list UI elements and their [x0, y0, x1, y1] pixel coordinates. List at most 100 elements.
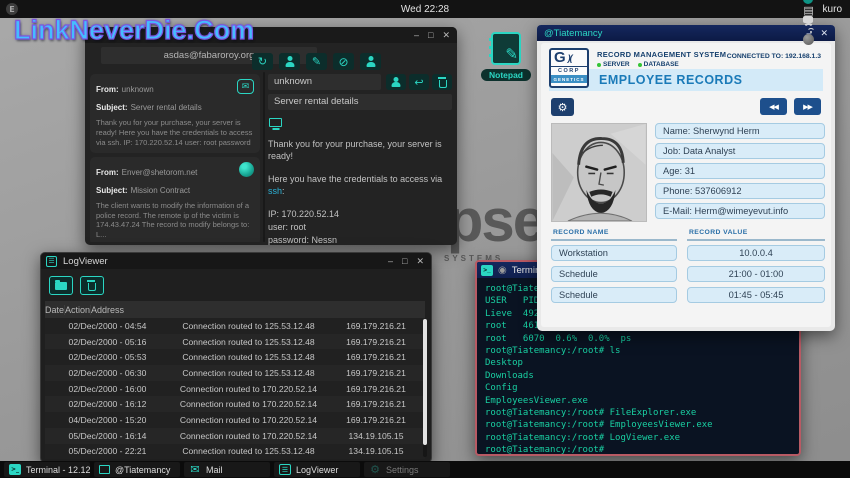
- log-date: 04/Dec/2000 - 15:20: [45, 415, 170, 425]
- records-card: G)( CORP GENETICS RECORD MANAGEMENT SYST…: [541, 43, 831, 327]
- taskbar-item[interactable]: Terminal - 12.12.1...: [4, 462, 90, 477]
- log-action: Connection routed to 170.220.52.14: [170, 399, 327, 409]
- log-address: 134.19.105.15: [327, 446, 425, 456]
- subject-label: Subject:: [96, 103, 128, 112]
- maximize-button[interactable]: □: [428, 30, 433, 41]
- notepad-icon: [491, 32, 521, 65]
- employee-field[interactable]: Name: Sherwynd Herm: [655, 123, 825, 139]
- log-action: Connection routed to 125.53.12.48: [170, 446, 327, 456]
- record-row: Workstation 10.0.0.4: [551, 245, 825, 261]
- log-action: Connection routed to 125.53.12.48: [170, 352, 327, 362]
- mail-body-line: Thank you for your purchase, your server…: [268, 138, 452, 162]
- toolbar-icon: [85, 279, 99, 292]
- scrollbar[interactable]: [423, 319, 427, 457]
- taskbar-item[interactable]: LogViewer: [274, 462, 360, 477]
- log-address: 169.179.216.21: [327, 415, 425, 425]
- mail-body-line: Here you have the credentials to access …: [268, 173, 452, 197]
- log-action: Connection routed to 170.220.52.14: [170, 384, 327, 394]
- log-row[interactable]: 02/Dec/2000 - 06:30 Connection routed to…: [45, 365, 425, 381]
- log-column-header[interactable]: Action: [65, 305, 91, 315]
- next-record-button[interactable]: ▶▶: [794, 98, 821, 115]
- taskbar-item-label: @Tiatemancy: [115, 465, 170, 475]
- eclipse-os-logo-icon[interactable]: E: [6, 3, 18, 15]
- add-contact-icon[interactable]: [360, 53, 381, 70]
- log-rows: 02/Dec/2000 - 04:54 Connection routed to…: [45, 318, 425, 459]
- taskbar-item-label: Terminal - 12.12.1...: [26, 465, 90, 475]
- remote-machine-icon[interactable]: [269, 118, 282, 127]
- terminal-icon: [9, 464, 21, 475]
- record-value-cell[interactable]: 21:00 - 01:00: [687, 266, 825, 282]
- status-label: SERVER: [603, 61, 630, 68]
- log-row[interactable]: 05/Dec/2000 - 22:21 Connection routed to…: [45, 444, 425, 460]
- close-button[interactable]: ✕: [442, 30, 450, 41]
- maximize-button[interactable]: □: [402, 256, 407, 267]
- log-column-header[interactable]: Address: [91, 305, 124, 315]
- log-row[interactable]: 04/Dec/2000 - 15:20 Connection routed to…: [45, 412, 425, 428]
- previous-record-button[interactable]: ◀◀: [760, 98, 787, 115]
- reply-icon[interactable]: [409, 74, 429, 90]
- employee-field[interactable]: Age: 31: [655, 163, 825, 179]
- mail-body: Thank you for your purchase, your server…: [268, 116, 452, 245]
- mail-toolbar: [252, 53, 381, 70]
- minimize-button[interactable]: –: [388, 256, 393, 267]
- log-column-header[interactable]: Date: [45, 305, 65, 315]
- terminal-line: EmployeesViewer.exe: [485, 395, 799, 407]
- record-name-cell[interactable]: Schedule: [551, 266, 677, 282]
- logviewer-titlebar[interactable]: ☰ LogViewer – □ ✕: [41, 253, 431, 269]
- log-row[interactable]: 02/Dec/2000 - 16:12 Connection routed to…: [45, 396, 425, 412]
- records-window-title: @Tiatemancy: [537, 28, 602, 39]
- logo-corp: CORP: [551, 66, 587, 74]
- taskbar-item[interactable]: Mail: [184, 462, 270, 477]
- record-value-cell[interactable]: 01:45 - 05:45: [687, 287, 825, 303]
- log-row[interactable]: 02/Dec/2000 - 05:16 Connection routed to…: [45, 334, 425, 350]
- employee-field[interactable]: Job: Data Analyst: [655, 143, 825, 159]
- status-indicator: DATABASE: [638, 61, 679, 68]
- clear-log-icon[interactable]: [80, 276, 104, 295]
- block-icon[interactable]: [333, 53, 354, 70]
- log-table-header: DateActionAddress: [45, 301, 425, 318]
- log-row[interactable]: 02/Dec/2000 - 16:00 Connection routed to…: [45, 381, 425, 397]
- record-value-cell[interactable]: 10.0.0.4: [687, 245, 825, 261]
- clipboard-icon[interactable]: [803, 4, 815, 16]
- settings-gear-button[interactable]: ⚙: [551, 98, 574, 116]
- employee-field[interactable]: E-Mail: Herm@wimeyevut.info: [655, 203, 825, 219]
- record-row: Schedule 01:45 - 05:45: [551, 287, 825, 303]
- refresh-mail-icon[interactable]: [252, 53, 273, 70]
- compose-icon[interactable]: [306, 53, 327, 70]
- log-action: Connection routed to 125.53.12.48: [170, 337, 327, 347]
- ssh-link[interactable]: ssh: [268, 186, 282, 196]
- chat-icon[interactable]: [803, 16, 813, 23]
- contacts-icon[interactable]: [279, 53, 300, 70]
- scrollbar-thumb[interactable]: [423, 319, 427, 445]
- record-name-cell[interactable]: Schedule: [551, 287, 677, 303]
- reader-subject-field[interactable]: Server rental details: [268, 94, 452, 110]
- terminal-settings-icon[interactable]: ◉: [498, 265, 507, 276]
- open-log-icon[interactable]: [49, 276, 73, 295]
- taskbar-item[interactable]: Settings: [364, 462, 450, 477]
- minimize-button[interactable]: –: [414, 30, 419, 41]
- email-list-item[interactable]: From:unknown Subject:Server rental detai…: [90, 74, 260, 153]
- terminal-line: root@Tiatemancy:/root# EmployeesViewer.e…: [485, 419, 799, 431]
- log-table: DateActionAddress 02/Dec/2000 - 04:54 Co…: [45, 301, 425, 459]
- terminal-line: Desktop: [485, 357, 799, 369]
- reader-from-field[interactable]: unknown: [268, 74, 381, 90]
- log-row[interactable]: 05/Dec/2000 - 16:14 Connection routed to…: [45, 428, 425, 444]
- email-list-item[interactable]: From:Enver@shetorom.net Subject:Mission …: [90, 157, 260, 242]
- from-label: From:: [96, 168, 119, 177]
- contact-icon[interactable]: [386, 74, 406, 90]
- pane-divider[interactable]: [263, 72, 265, 242]
- employee-field[interactable]: Phone: 537606912: [655, 183, 825, 199]
- employee-portrait: [551, 123, 647, 222]
- log-row[interactable]: 02/Dec/2000 - 05:53 Connection routed to…: [45, 349, 425, 365]
- user-avatar-icon[interactable]: [803, 34, 814, 45]
- record-name-cell[interactable]: Workstation: [551, 245, 677, 261]
- log-row[interactable]: 02/Dec/2000 - 04:54 Connection routed to…: [45, 318, 425, 334]
- close-button[interactable]: ✕: [416, 256, 424, 267]
- desktop-icon-notepad[interactable]: Notepad: [480, 32, 532, 83]
- taskbar-item-label: Settings: [386, 465, 419, 475]
- wifi-icon[interactable]: [803, 23, 814, 34]
- taskbar-item[interactable]: @Tiatemancy: [94, 462, 180, 477]
- delete-icon[interactable]: [432, 74, 452, 90]
- records-titlebar[interactable]: @Tiatemancy – ✕: [537, 25, 835, 41]
- log-action: Connection routed to 125.53.12.48: [170, 368, 327, 378]
